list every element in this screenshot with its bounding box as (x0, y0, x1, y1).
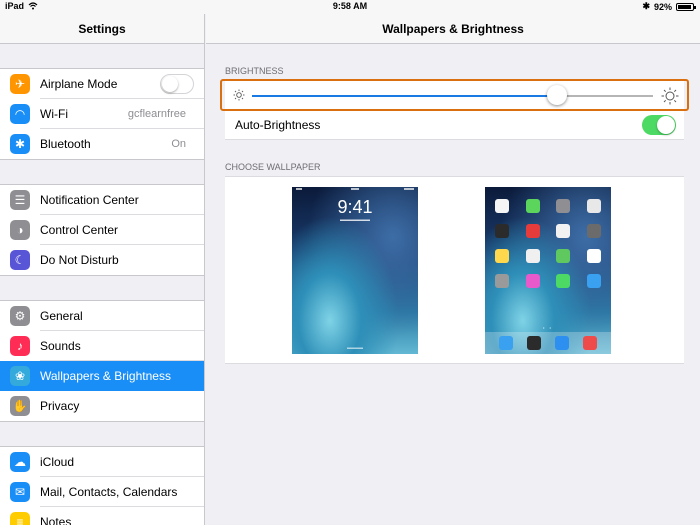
app-icon (556, 199, 571, 213)
app-icon (525, 224, 540, 238)
moon-icon: ☾ (10, 250, 30, 270)
sidebar-item-label: Airplane Mode (40, 77, 118, 91)
gear-icon: ⚙ (10, 306, 30, 326)
sun-large-icon (661, 87, 679, 105)
lock-status-bar (296, 188, 414, 190)
app-icon (495, 274, 509, 288)
sidebar-item-general[interactable]: ⚙ General (0, 301, 204, 331)
sidebar-item-privacy[interactable]: ✋ Privacy (0, 391, 204, 421)
cloud-icon: ☁ (10, 452, 30, 472)
sidebar-item-label: Mail, Contacts, Calendars (40, 485, 178, 499)
brightness-slider-thumb[interactable] (546, 85, 567, 105)
lock-screen-date (340, 219, 370, 221)
notes-icon: ≡ (10, 512, 30, 525)
sidebar-item-label: Control Center (40, 223, 119, 237)
home-app-grid (495, 199, 601, 288)
lock-screen-wallpaper[interactable]: 9:41 (292, 187, 418, 354)
airplane-mode-toggle[interactable] (160, 74, 194, 94)
sun-small-icon (233, 89, 245, 101)
brightness-slider-fill (252, 95, 557, 97)
sidebar-item-label: Wallpapers & Brightness (40, 369, 171, 383)
wallpaper-section-title: CHOOSE WALLPAPER (225, 162, 321, 172)
wifi-icon: ◠ (10, 104, 30, 124)
sidebar-item-value: On (171, 138, 186, 150)
lock-screen-time: 9:41 (337, 197, 373, 217)
sidebar-item-wallpapers-brightness[interactable]: ❀ Wallpapers & Brightness (0, 361, 204, 391)
sidebar-item-wi-fi[interactable]: ◠ Wi-Fi gcflearnfree (0, 99, 204, 129)
hand-icon: ✋ (10, 396, 30, 416)
app-icon (586, 249, 601, 263)
mail-icon: ✉ (10, 482, 30, 502)
app-icon (586, 224, 601, 238)
app-icon (586, 274, 601, 288)
sidebar-item-control-center[interactable]: ◑ Control Center (0, 215, 204, 245)
app-icon (495, 224, 509, 238)
app-icon (556, 224, 571, 238)
sidebar-item-value: gcflearnfree (127, 108, 186, 120)
airplane-icon: ✈ (10, 74, 30, 94)
settings-sidebar: Settings ✈ Airplane Mode ◠ Wi-Fi gcflearnfre… (0, 14, 205, 525)
app-icon (525, 274, 540, 288)
sidebar-item-notification-center[interactable]: ☰ Notification Center (0, 185, 204, 215)
bluetooth-icon: ✱ (10, 134, 30, 154)
sidebar-item-mail-contacts-calendars[interactable]: ✉ Mail, Contacts, Calendars (0, 477, 204, 507)
sidebar-item-label: Notes (40, 515, 72, 525)
home-dock (485, 332, 611, 354)
slide-to-unlock (347, 347, 363, 349)
sidebar-item-label: Privacy (40, 399, 80, 413)
notification-center-icon: ☰ (10, 190, 30, 210)
battery-icon (676, 2, 696, 11)
status-right: ✱ 92% (642, 1, 696, 12)
settings-group: ☁ iCloud ✉ Mail, Contacts, Calendars ≡ Notes (0, 446, 204, 525)
page-title: Wallpapers & Brightness (206, 14, 700, 44)
home-screen-wallpaper[interactable]: • • (485, 187, 611, 354)
sidebar-item-label: Sounds (40, 339, 81, 353)
sidebar-item-label: Notification Center (40, 193, 139, 207)
sidebar-title: Settings (0, 14, 204, 44)
brightness-card: Auto-Brightness (220, 79, 689, 140)
sidebar-item-do-not-disturb[interactable]: ☾ Do Not Disturb (0, 245, 204, 275)
status-bar: iPad 9:58 AM ✱ 92% (0, 0, 700, 14)
sidebar-item-airplane-mode[interactable]: ✈ Airplane Mode (0, 69, 204, 99)
app-icon (495, 249, 509, 263)
app-icon (556, 274, 571, 288)
settings-group: ✈ Airplane Mode ◠ Wi-Fi gcflearnfree ✱ Bluetoo… (0, 68, 204, 160)
dock-app-icon (499, 336, 513, 350)
app-icon (495, 199, 509, 213)
brightness-section-title: BRIGHTNESS (225, 66, 284, 76)
sidebar-item-icloud[interactable]: ☁ iCloud (0, 447, 204, 477)
detail-pane: Wallpapers & Brightness BRIGHTNESS Auto-… (206, 14, 700, 525)
status-time: 9:58 AM (332, 1, 368, 11)
auto-brightness-row: Auto-Brightness (225, 111, 684, 139)
brightness-slider-row (220, 79, 689, 111)
sidebar-item-bluetooth[interactable]: ✱ Bluetooth On (0, 129, 204, 159)
control-center-icon: ◑ (10, 220, 30, 240)
app-icon (586, 199, 601, 213)
dock-app-icon (527, 336, 541, 350)
sidebar-item-label: Do Not Disturb (40, 253, 119, 267)
sidebar-item-sounds[interactable]: ♪ Sounds (0, 331, 204, 361)
sidebar-item-notes[interactable]: ≡ Notes (0, 507, 204, 525)
settings-group: ☰ Notification Center ◑ Control Center ☾ Do N… (0, 184, 204, 276)
settings-group: ⚙ General ♪ Sounds ❀ Wallpapers & Brightness ✋… (0, 300, 204, 422)
dock-app-icon (583, 336, 597, 350)
flower-icon: ❀ (10, 366, 30, 386)
sidebar-item-label: General (40, 309, 83, 323)
battery-percent: 92% (653, 1, 672, 12)
app-icon (556, 249, 571, 263)
wallpaper-card: 9:41 • • (225, 176, 684, 364)
sidebar-item-label: Bluetooth (40, 137, 91, 151)
app-icon (525, 199, 540, 213)
speaker-icon: ♪ (10, 336, 30, 356)
auto-brightness-toggle[interactable] (642, 115, 676, 135)
sidebar-item-label: iCloud (40, 455, 75, 469)
sidebar-item-label: Wi-Fi (40, 107, 68, 121)
auto-brightness-label: Auto-Brightness (235, 118, 321, 132)
page-indicator: • • (543, 325, 553, 330)
brightness-slider[interactable] (252, 95, 653, 97)
dock-app-icon (555, 336, 569, 350)
app-icon (525, 249, 540, 263)
bluetooth-status-icon: ✱ (642, 1, 650, 11)
